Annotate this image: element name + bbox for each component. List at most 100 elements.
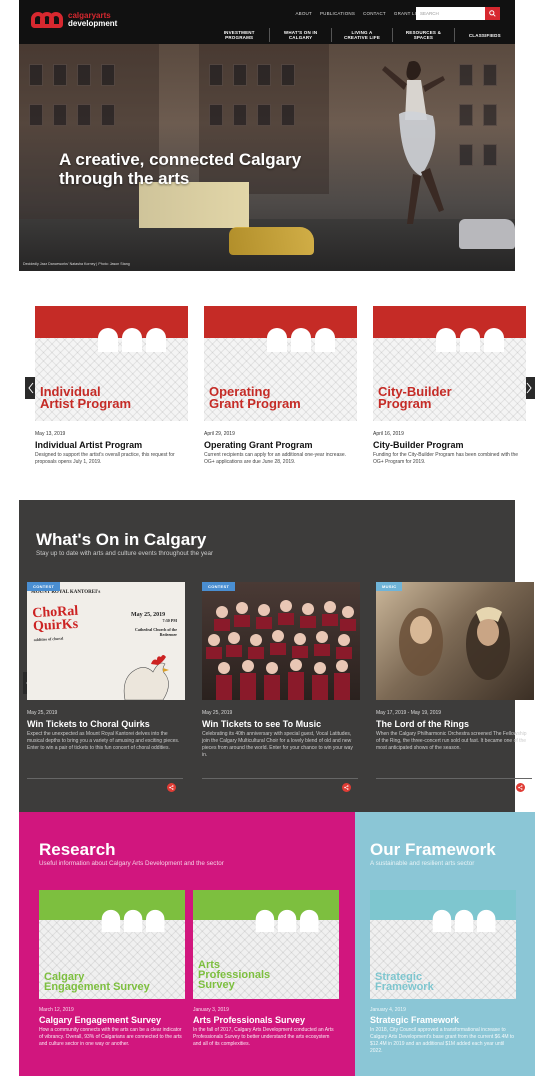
- nav-creative-life[interactable]: LIVING A CREATIVE LIFE: [332, 28, 394, 42]
- poster-title: ChoRal QuirKs oddities of choral: [31, 603, 79, 643]
- framework-section: Our Framework A sustainable and resilien…: [355, 812, 535, 1076]
- logo-icon: [31, 12, 63, 28]
- program-card[interactable]: Operating Grant Program April 29, 2019 Op…: [204, 306, 357, 466]
- share-button[interactable]: [516, 783, 525, 792]
- program-desc: Current recipients can apply for an addi…: [204, 452, 347, 465]
- choir-photo: [206, 600, 356, 700]
- event-desc: When the Calgary Philharmonic Orchestra …: [376, 731, 527, 751]
- share-icon: [518, 785, 523, 790]
- util-link-publications[interactable]: PUBLICATIONS: [320, 11, 355, 16]
- poster-details: May 25, 2019 7:30 PM Cathedral Church of t…: [131, 612, 177, 637]
- search-icon: [489, 10, 496, 17]
- research-card[interactable]: Arts Professionals Survey January 3, 2019 …: [193, 890, 339, 1048]
- program-desc: Designed to support the artist's overall…: [35, 452, 175, 465]
- event-card[interactable]: CONTEST May 25, 2019 Win Tickets to see …: [202, 582, 360, 759]
- dancer-figure: [382, 61, 445, 224]
- event-date: May 25, 2019: [202, 710, 233, 716]
- share-button[interactable]: [342, 783, 351, 792]
- nav-resources-spaces[interactable]: RESOURCES & SPACES: [393, 28, 455, 42]
- photo-credit: Decidedly Jazz Danceworks' Natasha Korne…: [23, 262, 130, 266]
- event-title[interactable]: Win Tickets to Choral Quirks: [27, 719, 185, 729]
- logo-line2: development: [68, 19, 118, 28]
- share-button[interactable]: [167, 783, 176, 792]
- brand-arch-graphic: [255, 909, 319, 932]
- framework-title-link[interactable]: Strategic Framework: [370, 1015, 516, 1025]
- framework-subtitle: A sustainable and resilient arts sector: [370, 860, 475, 867]
- program-image: Operating Grant Program: [204, 306, 357, 421]
- research-title-link[interactable]: Calgary Engagement Survey: [39, 1015, 185, 1025]
- event-card[interactable]: MUSIC May 17, 2019 - May 19, 2019 The Lo…: [376, 582, 534, 752]
- main-nav: INVESTMENT PROGRAMS WHAT'S ON IN CALGARY L…: [209, 28, 515, 42]
- program-card[interactable]: Individual Artist Program May 13, 2019 In…: [35, 306, 188, 466]
- divider: [27, 778, 183, 779]
- brand-arch-graphic: [101, 909, 165, 932]
- framework-card[interactable]: Strategic Framework January 4, 2019 Strat…: [370, 890, 516, 1055]
- event-image: MUSIC: [376, 582, 534, 700]
- share-icon: [344, 785, 349, 790]
- event-date: May 25, 2019: [27, 710, 58, 716]
- divider: [376, 778, 532, 779]
- research-image: Calgary Engagement Survey: [39, 890, 185, 999]
- program-date: May 13, 2019: [35, 431, 66, 437]
- brand-arch-graphic: [436, 328, 504, 352]
- research-card[interactable]: Calgary Engagement Survey March 12, 2019 …: [39, 890, 185, 1048]
- util-link-about[interactable]: ABOUT: [295, 11, 312, 16]
- event-tag: MUSIC: [376, 582, 403, 591]
- event-image: MOUNT ROYAL KANTOREI's ChoRal QuirKs oddit…: [27, 582, 185, 700]
- event-title[interactable]: Win Tickets to see To Music: [202, 719, 360, 729]
- event-tag: CONTEST: [202, 582, 236, 591]
- event-card[interactable]: MOUNT ROYAL KANTOREI's ChoRal QuirKs oddit…: [27, 582, 185, 752]
- utility-nav: ABOUT PUBLICATIONS CONTACT GRANT LOGIN: [295, 11, 427, 16]
- event-title[interactable]: The Lord of the Rings: [376, 719, 534, 729]
- search-input[interactable]: SEARCH: [416, 7, 485, 20]
- research-subtitle: Useful information about Calgary Arts De…: [39, 860, 224, 867]
- programs-carousel: Individual Artist Program May 13, 2019 In…: [19, 271, 535, 500]
- nav-investment-programs[interactable]: INVESTMENT PROGRAMS: [209, 28, 271, 42]
- brand-arch-graphic: [267, 328, 335, 352]
- search-button[interactable]: [485, 7, 500, 20]
- hero-title: A creative, connected Calgary through the…: [59, 150, 302, 188]
- program-image: Individual Artist Program: [35, 306, 188, 421]
- research-desc: How a community connects with the arts c…: [39, 1027, 182, 1047]
- program-card[interactable]: City-Builder Program April 16, 2019 City-…: [373, 306, 526, 466]
- program-date: April 16, 2019: [373, 431, 404, 437]
- divider: [202, 778, 358, 779]
- event-desc: Celebrating its 40th anniversary with sp…: [202, 731, 353, 758]
- program-title[interactable]: Individual Artist Program: [35, 440, 188, 450]
- framework-image: Strategic Framework: [370, 890, 516, 999]
- events-section: What's On in Calgary Stay up to date wit…: [19, 500, 534, 812]
- site-header: calgaryarts development ABOUT PUBLICATIO…: [19, 0, 515, 44]
- program-date: April 29, 2019: [204, 431, 235, 437]
- framework-desc: In 2018, City Council approved a transfo…: [370, 1027, 515, 1054]
- logo[interactable]: calgaryarts development: [31, 12, 117, 28]
- program-title[interactable]: City-Builder Program: [373, 440, 526, 450]
- research-image: Arts Professionals Survey: [193, 890, 339, 999]
- chevron-right-icon: [526, 382, 532, 394]
- program-title[interactable]: Operating Grant Program: [204, 440, 357, 450]
- hero-banner: A creative, connected Calgary through the…: [19, 44, 515, 271]
- event-tag: CONTEST: [27, 582, 61, 591]
- program-desc: Funding for the City-Builder Program has…: [373, 452, 519, 465]
- events-subtitle: Stay up to date with arts and culture ev…: [36, 550, 214, 557]
- rooster-illustration: [123, 655, 169, 700]
- brand-arch-graphic: [98, 328, 166, 352]
- nav-classifieds[interactable]: CLASSIFIEDS: [455, 28, 515, 42]
- research-date: January 3, 2019: [193, 1007, 229, 1013]
- chevron-left-icon: [28, 382, 34, 394]
- research-title: Research: [39, 840, 116, 859]
- framework-date: January 4, 2019: [370, 1007, 406, 1013]
- nav-whats-on[interactable]: WHAT'S ON IN CALGARY: [270, 28, 332, 42]
- research-date: March 12, 2019: [39, 1007, 74, 1013]
- event-date: May 17, 2019 - May 19, 2019: [376, 710, 442, 716]
- events-title: What's On in Calgary: [36, 530, 207, 549]
- share-icon: [169, 785, 174, 790]
- brand-arch-graphic: [432, 909, 496, 932]
- research-title-link[interactable]: Arts Professionals Survey: [193, 1015, 339, 1025]
- event-image: CONTEST: [202, 582, 360, 700]
- research-section: Research Useful information about Calgar…: [19, 812, 355, 1076]
- framework-title: Our Framework: [370, 840, 496, 859]
- program-image: City-Builder Program: [373, 306, 526, 421]
- event-desc: Expect the unexpected as Mount Royal Kan…: [27, 731, 180, 751]
- research-desc: In the fall of 2017, Calgary Arts Develo…: [193, 1027, 334, 1047]
- util-link-contact[interactable]: CONTACT: [363, 11, 386, 16]
